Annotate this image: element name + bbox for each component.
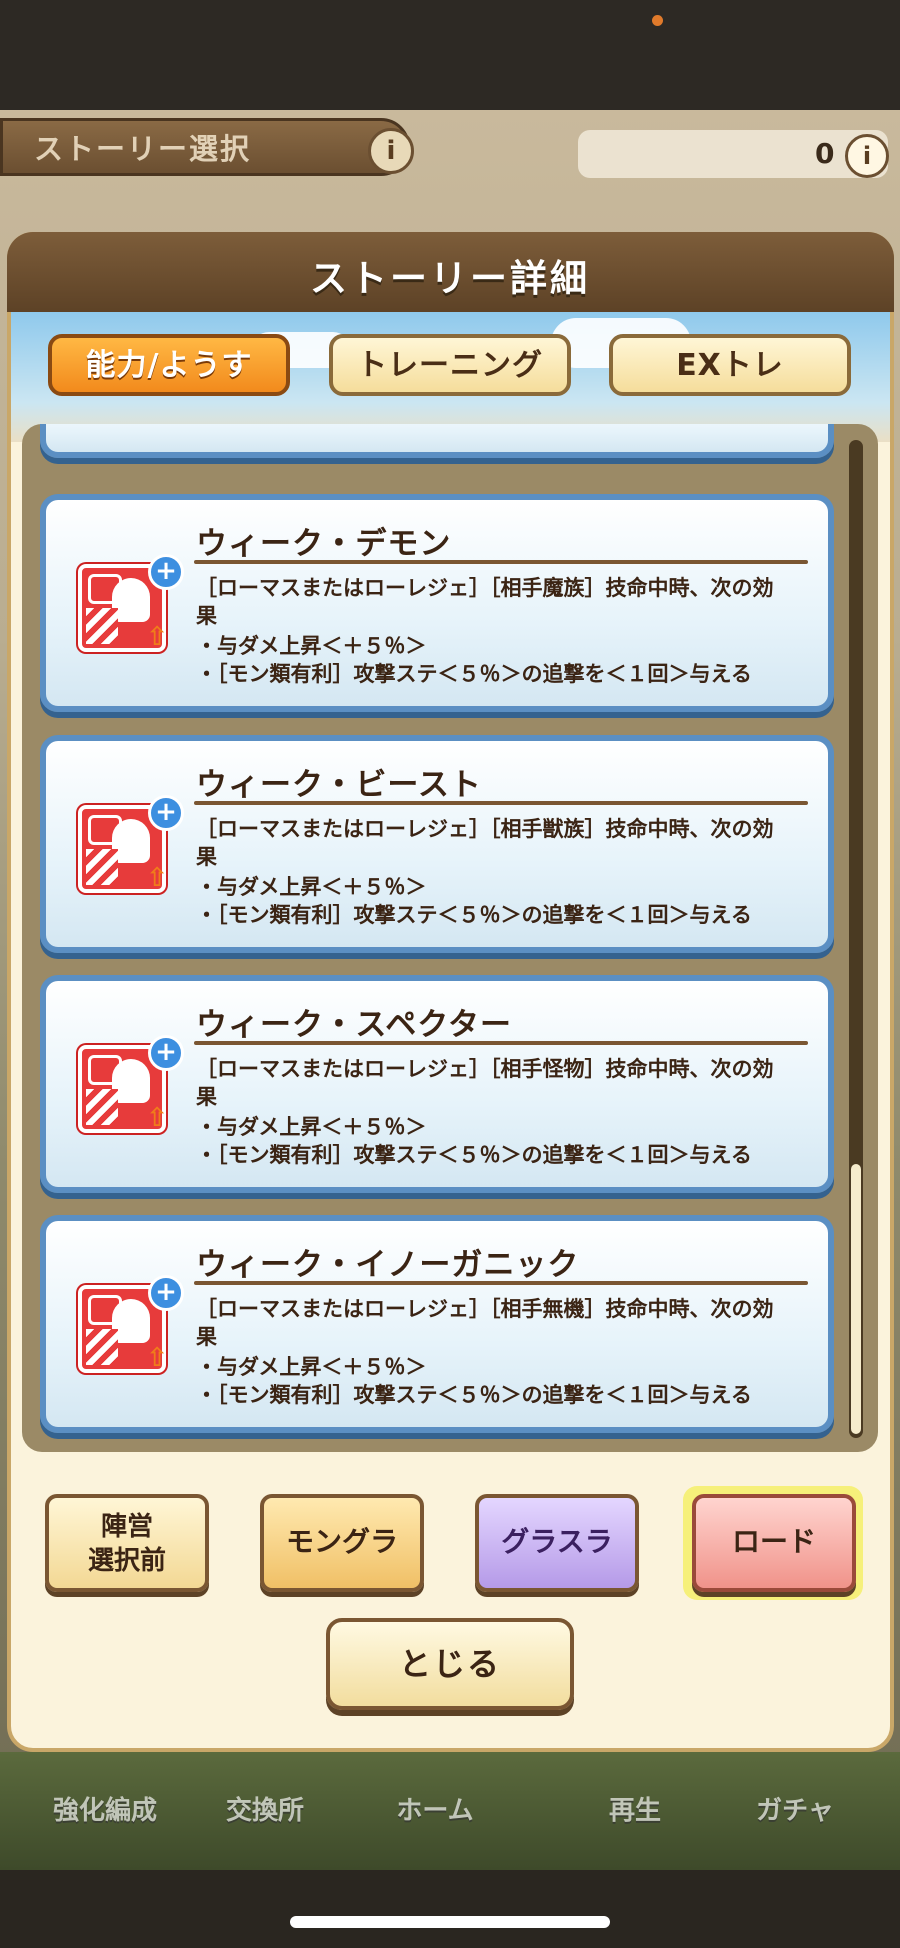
background-header-title: ストーリー選択 [34, 132, 252, 166]
nav-item-exchange: 交換所 [225, 1796, 304, 1826]
camp-button-label-2: 選択前 [87, 1546, 166, 1576]
title-divider [194, 560, 808, 564]
scrollbar-thumb[interactable] [851, 1164, 861, 1434]
skill-desc-line: ・［モン類有利］攻撃ステ＜５％＞の追撃を＜１回＞与える [196, 1143, 752, 1167]
skill-desc-line: ・［モン類有利］攻撃ステ＜５％＞の追撃を＜１回＞与える [196, 903, 752, 927]
title-divider [194, 801, 808, 805]
skill-title: ウィーク・ビースト [196, 767, 482, 803]
plus-icon: + [148, 1275, 184, 1311]
skill-list[interactable]: + ⇧ ウィーク・デモン ［ローマスまたはローレジェ］［相手魔族］技命中時、次の… [34, 424, 844, 1446]
currency-info-icon: i [845, 134, 889, 178]
close-button[interactable]: とじる [326, 1618, 574, 1710]
currency-value: 0 [815, 137, 835, 170]
camp-button-label-1: 陣営 [100, 1512, 153, 1542]
mongra-button[interactable]: モングラ [260, 1494, 424, 1592]
arrow-up-icon: ⇧ [146, 622, 168, 652]
skill-card: + ⇧ ウィーク・イノーガニック ［ローマスまたはローレジェ］［相手無機］技命中… [40, 1215, 834, 1433]
skill-desc-line: 果 [196, 1325, 217, 1349]
info-icon: i [368, 128, 414, 174]
status-bar [0, 0, 900, 110]
skill-card-partial [40, 424, 834, 458]
skill-desc-line: ・与ダメ上昇＜＋５％＞ [196, 634, 427, 658]
nav-item-enhance: 強化編成 [52, 1796, 157, 1826]
skill-title: ウィーク・スペクター [196, 1007, 512, 1043]
arrow-up-icon: ⇧ [146, 1103, 168, 1133]
arrow-up-icon: ⇧ [146, 1343, 168, 1373]
camp-select-button[interactable]: 陣営 選択前 [45, 1494, 209, 1592]
currency-bar [578, 130, 888, 178]
recording-indicator-dot [652, 15, 663, 26]
skill-card: + ⇧ ウィーク・ビースト ［ローマスまたはローレジェ］［相手獣族］技命中時、次… [40, 735, 834, 953]
skill-card: + ⇧ ウィーク・スペクター ［ローマスまたはローレジェ］［相手怪物］技命中時、… [40, 975, 834, 1193]
nav-item-gacha: ガチャ [756, 1796, 834, 1826]
skill-desc-line: ・与ダメ上昇＜＋５％＞ [196, 875, 427, 899]
grasla-button[interactable]: グラスラ [475, 1494, 639, 1592]
arrow-up-icon: ⇧ [146, 863, 168, 893]
skill-desc-line: ［ローマスまたはローレジェ］［相手無機］技命中時、次の効 [196, 1297, 774, 1321]
road-button[interactable]: ロード [692, 1494, 856, 1592]
skill-desc-line: 果 [196, 604, 217, 628]
skill-card: + ⇧ ウィーク・デモン ［ローマスまたはローレジェ］［相手魔族］技命中時、次の… [40, 494, 834, 712]
title-divider [194, 1281, 808, 1285]
tab-training[interactable]: トレーニング [329, 334, 571, 396]
plus-icon: + [148, 554, 184, 590]
home-indicator[interactable] [290, 1916, 610, 1928]
nav-item-replay: 再生 [608, 1796, 661, 1826]
skill-desc-line: 果 [196, 845, 217, 869]
skill-desc-line: ・［モン類有利］攻撃ステ＜５％＞の追撃を＜１回＞与える [196, 662, 752, 686]
skill-desc-line: ［ローマスまたはローレジェ］［相手獣族］技命中時、次の効 [196, 817, 774, 841]
modal-title: ストーリー詳細 [310, 257, 590, 300]
skill-title: ウィーク・デモン [196, 526, 452, 562]
skill-desc-line: ・［モン類有利］攻撃ステ＜５％＞の追撃を＜１回＞与える [196, 1383, 752, 1407]
skill-desc-line: ［ローマスまたはローレジェ］［相手魔族］技命中時、次の効 [196, 576, 774, 600]
tab-ability[interactable]: 能力/ようす [48, 334, 290, 396]
tab-ex-training[interactable]: EXトレ [609, 334, 851, 396]
plus-icon: + [148, 795, 184, 831]
skill-desc-line: 果 [196, 1085, 217, 1109]
skill-desc-line: ・与ダメ上昇＜＋５％＞ [196, 1355, 427, 1379]
nav-item-home: ホーム [396, 1796, 474, 1826]
skill-desc-line: ・与ダメ上昇＜＋５％＞ [196, 1115, 427, 1139]
skill-title: ウィーク・イノーガニック [196, 1247, 580, 1283]
title-divider [194, 1041, 808, 1045]
skill-desc-line: ［ローマスまたはローレジェ］［相手怪物］技命中時、次の効 [196, 1057, 774, 1081]
plus-icon: + [148, 1035, 184, 1071]
